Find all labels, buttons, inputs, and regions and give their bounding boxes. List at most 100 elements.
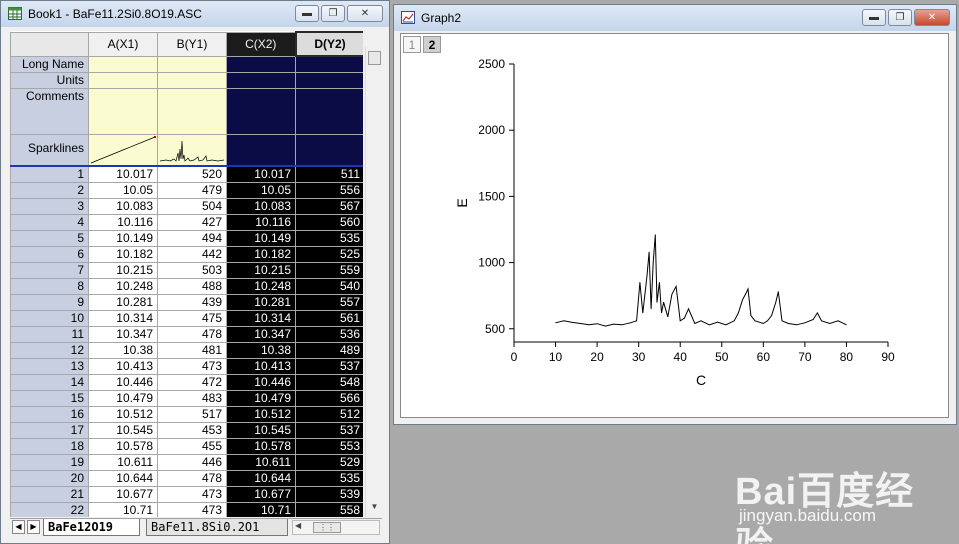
column-header-d[interactable]: D(Y2): [294, 31, 363, 57]
cell-a[interactable]: 10.71: [88, 501, 158, 517]
meta-label-sparklines[interactable]: Sparklines: [10, 133, 89, 167]
cell-b[interactable]: 481: [157, 341, 227, 359]
table-row[interactable]: 3 10.083 504 10.083 567: [10, 197, 363, 215]
cell-c[interactable]: 10.446: [226, 373, 296, 391]
table-row[interactable]: 7 10.215 503 10.215 559: [10, 261, 363, 279]
cell-a[interactable]: 10.182: [88, 245, 158, 263]
cell-b[interactable]: 479: [157, 181, 227, 199]
cell-c[interactable]: 10.578: [226, 437, 296, 455]
row-number[interactable]: 15: [10, 389, 89, 407]
table-row[interactable]: 20 10.644 478 10.644 535: [10, 469, 363, 487]
meta-cell[interactable]: [295, 71, 363, 89]
cell-a[interactable]: 10.677: [88, 485, 158, 503]
table-row[interactable]: 8 10.248 488 10.248 540: [10, 277, 363, 295]
table-row[interactable]: 17 10.545 453 10.545 537: [10, 421, 363, 439]
cell-c[interactable]: 10.512: [226, 405, 296, 423]
horizontal-scrollbar[interactable]: ◀ ⋮⋮: [292, 520, 380, 535]
meta-label-long-name[interactable]: Long Name: [10, 55, 89, 73]
meta-cell[interactable]: [295, 55, 363, 73]
table-row[interactable]: 5 10.149 494 10.149 535: [10, 229, 363, 247]
vertical-scrollbar[interactable]: ▼: [365, 47, 382, 517]
minimize-button[interactable]: ▬: [862, 9, 886, 26]
cell-d[interactable]: 558: [295, 501, 363, 517]
row-number[interactable]: 21: [10, 485, 89, 503]
meta-cell[interactable]: [226, 87, 296, 135]
cell-b[interactable]: 473: [157, 501, 227, 517]
cell-d[interactable]: 511: [295, 165, 363, 183]
row-number[interactable]: 16: [10, 405, 89, 423]
column-header-a[interactable]: A(X1): [88, 31, 158, 57]
row-number[interactable]: 10: [10, 309, 89, 327]
cell-d[interactable]: 539: [295, 485, 363, 503]
cell-a[interactable]: 10.215: [88, 261, 158, 279]
table-row[interactable]: 13 10.413 473 10.413 537: [10, 357, 363, 375]
row-number[interactable]: 8: [10, 277, 89, 295]
graph-window[interactable]: Graph2 ▬ ❐ ✕ 1 2 0 10 20 30 40 50 60 70 80 90 500 1…: [393, 4, 957, 425]
cell-c[interactable]: 10.116: [226, 213, 296, 231]
cell-b[interactable]: 446: [157, 453, 227, 471]
cell-c[interactable]: 10.149: [226, 229, 296, 247]
cell-d[interactable]: 537: [295, 421, 363, 439]
cell-d[interactable]: 548: [295, 373, 363, 391]
meta-cell[interactable]: [157, 55, 227, 73]
meta-cell[interactable]: [157, 87, 227, 135]
cell-c[interactable]: 10.611: [226, 453, 296, 471]
cell-a[interactable]: 10.479: [88, 389, 158, 407]
plot-area[interactable]: 0 10 20 30 40 50 60 70 80 90 500 1000 1500 2000 2500 C E: [401, 34, 950, 419]
table-row[interactable]: 15 10.479 483 10.479 566: [10, 389, 363, 407]
cell-d[interactable]: 537: [295, 357, 363, 375]
meta-cell[interactable]: [88, 87, 158, 135]
cell-a[interactable]: 10.116: [88, 213, 158, 231]
row-number[interactable]: 5: [10, 229, 89, 247]
cell-c[interactable]: 10.644: [226, 469, 296, 487]
cell-c[interactable]: 10.05: [226, 181, 296, 199]
cell-c[interactable]: 10.017: [226, 165, 296, 183]
meta-cell[interactable]: [157, 71, 227, 89]
row-number[interactable]: 17: [10, 421, 89, 439]
column-header-b[interactable]: B(Y1): [157, 31, 227, 57]
row-number[interactable]: 3: [10, 197, 89, 215]
cell-b[interactable]: 473: [157, 485, 227, 503]
cell-d[interactable]: 535: [295, 229, 363, 247]
row-number[interactable]: 12: [10, 341, 89, 359]
row-number[interactable]: 14: [10, 373, 89, 391]
tab-next-arrow-icon[interactable]: ▶: [27, 520, 40, 534]
cell-b[interactable]: 517: [157, 405, 227, 423]
cell-b[interactable]: 439: [157, 293, 227, 311]
cell-b[interactable]: 472: [157, 373, 227, 391]
table-row[interactable]: 18 10.578 455 10.578 553: [10, 437, 363, 455]
workbook-titlebar[interactable]: Book1 - BaFe11.2Si0.8O19.ASC ▬ ❐ ✕: [1, 1, 389, 27]
cell-d[interactable]: 540: [295, 277, 363, 295]
cell-a[interactable]: 10.05: [88, 181, 158, 199]
table-row[interactable]: 19 10.611 446 10.611 529: [10, 453, 363, 471]
table-row[interactable]: 12 10.38 481 10.38 489: [10, 341, 363, 359]
meta-cell[interactable]: [226, 55, 296, 73]
scroll-left-arrow-icon[interactable]: ◀: [295, 521, 301, 530]
row-number[interactable]: 1: [10, 165, 89, 183]
cell-d[interactable]: 535: [295, 469, 363, 487]
sparkline-b[interactable]: [157, 133, 227, 167]
cell-c[interactable]: 10.314: [226, 309, 296, 327]
graph-page[interactable]: 1 2 0 10 20 30 40 50 60 70 80 90 500 1000 1500 2000 25…: [400, 33, 949, 418]
cell-c[interactable]: 10.413: [226, 357, 296, 375]
sparkline-c[interactable]: [226, 133, 296, 167]
cell-c[interactable]: 10.677: [226, 485, 296, 503]
cell-a[interactable]: 10.017: [88, 165, 158, 183]
sheet-tab-2[interactable]: BaFe11.8Si0.2O1: [146, 519, 288, 536]
scroll-down-arrow-icon[interactable]: ▼: [366, 499, 383, 515]
cell-c[interactable]: 10.281: [226, 293, 296, 311]
cell-a[interactable]: 10.248: [88, 277, 158, 295]
cell-d[interactable]: 525: [295, 245, 363, 263]
column-header-c[interactable]: C(X2): [226, 31, 296, 57]
table-row[interactable]: 11 10.347 478 10.347 536: [10, 325, 363, 343]
cell-d[interactable]: 553: [295, 437, 363, 455]
row-number[interactable]: 22: [10, 501, 89, 517]
cell-c[interactable]: 10.479: [226, 389, 296, 407]
cell-c[interactable]: 10.347: [226, 325, 296, 343]
cell-b[interactable]: 453: [157, 421, 227, 439]
cell-a[interactable]: 10.413: [88, 357, 158, 375]
cell-d[interactable]: 566: [295, 389, 363, 407]
cell-c[interactable]: 10.545: [226, 421, 296, 439]
meta-label-units[interactable]: Units: [10, 71, 89, 89]
meta-label-comments[interactable]: Comments: [10, 87, 89, 135]
